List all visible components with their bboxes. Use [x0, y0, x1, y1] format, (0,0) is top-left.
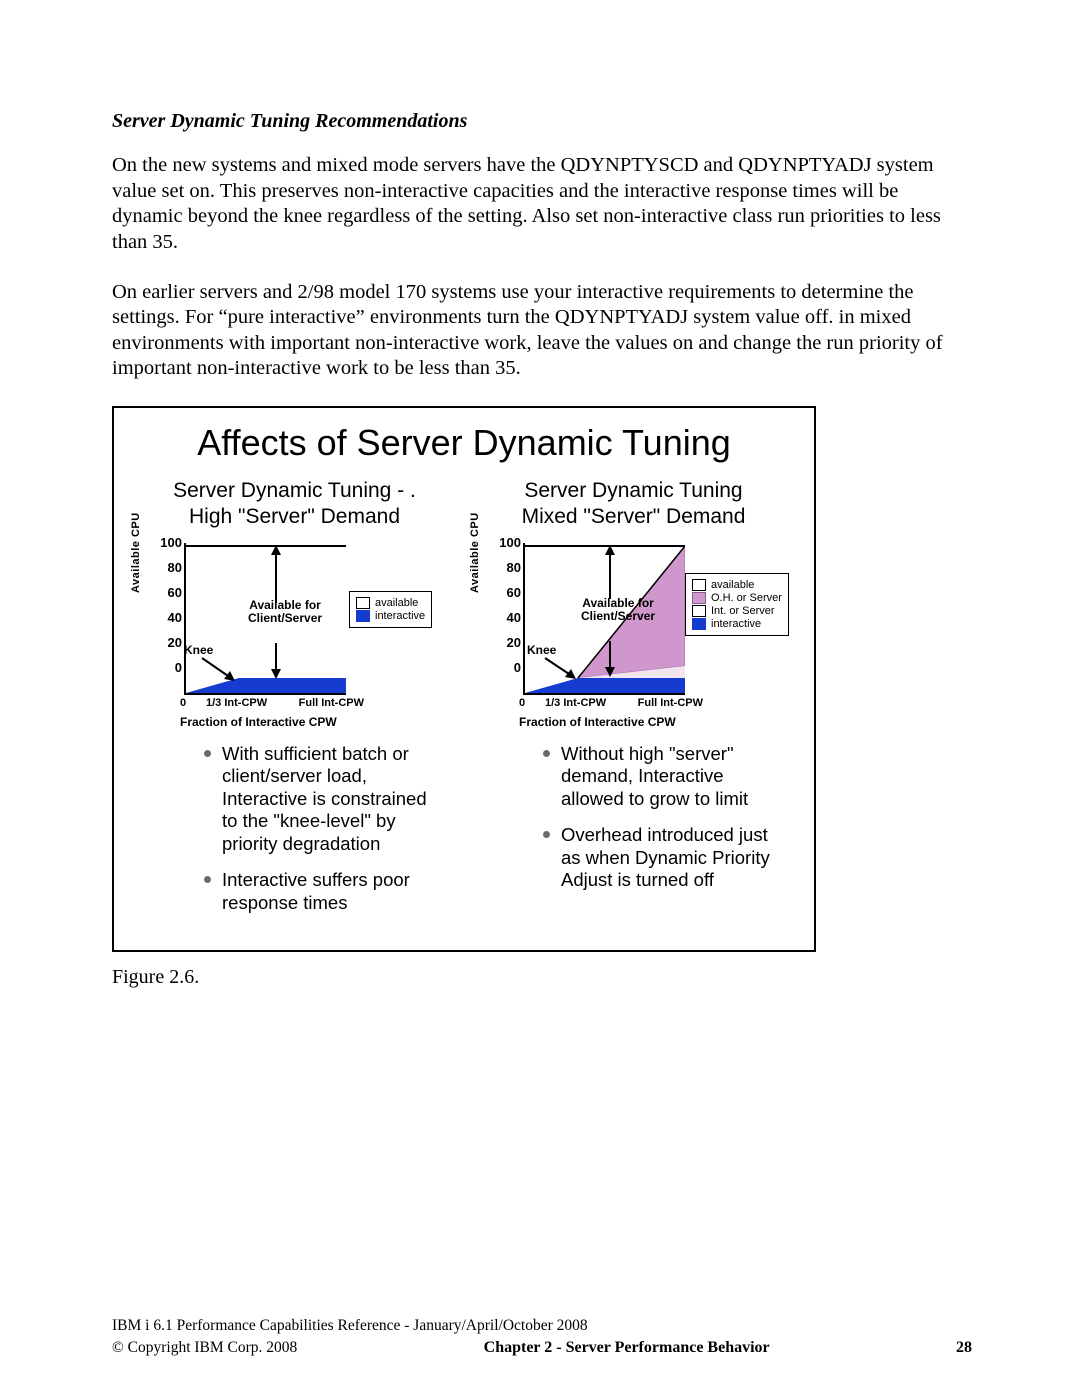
ytick: 20 [168, 635, 182, 650]
legend-item: interactive [692, 618, 782, 630]
ytick: 100 [499, 535, 521, 550]
left-subtitle: Server Dynamic Tuning - . High "Server" … [134, 478, 455, 531]
ytick: 20 [507, 635, 521, 650]
swatch-icon [692, 618, 706, 630]
figure-caption: Figure 2.6. [112, 966, 972, 989]
legend-label: available [711, 579, 754, 591]
ytick: 60 [507, 585, 521, 600]
paragraph-1: On the new systems and mixed mode server… [112, 153, 972, 256]
figure-columns: Server Dynamic Tuning - . High "Server" … [134, 478, 794, 928]
left-chart: Available CPU 100 80 60 40 20 0 [134, 537, 444, 737]
ytick: 40 [168, 610, 182, 625]
ytick: 60 [168, 585, 182, 600]
figure-box: Affects of Server Dynamic Tuning Server … [112, 406, 816, 952]
x-axis-label: Fraction of Interactive CPW [519, 715, 676, 729]
right-chart: Available CPU 100 80 60 40 20 0 [473, 537, 783, 737]
right-plot-area: Available for Client/Server Knee [523, 543, 685, 695]
footer-chapter: Chapter 2 - Server Performance Behavior [297, 1339, 956, 1357]
right-legend: available O.H. or Server Int. or Server … [685, 573, 789, 636]
xtick: 0 [180, 697, 186, 709]
paragraph-2: On earlier servers and 2/98 model 170 sy… [112, 280, 972, 383]
legend-label: interactive [375, 610, 425, 622]
legend-label: available [375, 597, 418, 609]
footer-doc-ref: IBM i 6.1 Performance Capabilities Refer… [112, 1317, 972, 1335]
bullet-item: With sufficient batch or client/server l… [204, 743, 445, 856]
left-avail-annot: Available for Client/Server [248, 599, 322, 627]
xtick: 0 [519, 697, 525, 709]
xtick: Full Int-CPW [299, 697, 364, 709]
footer-page-number: 28 [956, 1339, 972, 1357]
legend-item: available [692, 579, 782, 591]
y-axis-label: Available CPU [130, 512, 142, 593]
swatch-icon [356, 597, 370, 609]
right-panel: Server Dynamic Tuning Mixed "Server" Dem… [473, 478, 794, 928]
xtick: 1/3 Int-CPW [545, 697, 606, 709]
swatch-icon [692, 592, 706, 604]
legend-label: O.H. or Server [711, 592, 782, 604]
swatch-icon [692, 579, 706, 591]
right-knee-annot: Knee [527, 643, 556, 657]
left-plot-area: Available for Client/Server Knee [184, 543, 346, 695]
section-heading: Server Dynamic Tuning Recommendations [112, 110, 972, 133]
legend-item: O.H. or Server [692, 592, 782, 604]
right-bullets: Without high "server" demand, Interactiv… [473, 743, 794, 892]
xtick: Full Int-CPW [638, 697, 703, 709]
bullet-item: Overhead introduced just as when Dynamic… [543, 824, 784, 892]
right-avail-annot: Available for Client/Server [581, 597, 655, 625]
footer-copyright: © Copyright IBM Corp. 2008 [112, 1339, 297, 1357]
x-axis-label: Fraction of Interactive CPW [180, 715, 337, 729]
y-axis-label: Available CPU [469, 512, 481, 593]
left-bullets: With sufficient batch or client/server l… [134, 743, 455, 915]
left-legend: available interactive [349, 591, 432, 628]
left-panel: Server Dynamic Tuning - . High "Server" … [134, 478, 455, 928]
swatch-icon [692, 605, 706, 617]
legend-label: interactive [711, 618, 761, 630]
ytick: 100 [160, 535, 182, 550]
ytick: 0 [514, 660, 521, 675]
ytick: 80 [507, 560, 521, 575]
bullet-item: Interactive suffers poor response times [204, 869, 445, 914]
ytick: 0 [175, 660, 182, 675]
ytick: 40 [507, 610, 521, 625]
bullet-item: Without high "server" demand, Interactiv… [543, 743, 784, 811]
legend-label: Int. or Server [711, 605, 775, 617]
right-subtitle: Server Dynamic Tuning Mixed "Server" Dem… [473, 478, 794, 531]
xtick: 1/3 Int-CPW [206, 697, 267, 709]
legend-item: Int. or Server [692, 605, 782, 617]
swatch-icon [356, 610, 370, 622]
page-footer: IBM i 6.1 Performance Capabilities Refer… [112, 1317, 972, 1357]
legend-item: interactive [356, 610, 425, 622]
figure-title: Affects of Server Dynamic Tuning [134, 422, 794, 464]
legend-item: available [356, 597, 425, 609]
left-knee-annot: Knee [184, 643, 213, 657]
page: Server Dynamic Tuning Recommendations On… [0, 0, 1080, 1397]
ytick: 80 [168, 560, 182, 575]
